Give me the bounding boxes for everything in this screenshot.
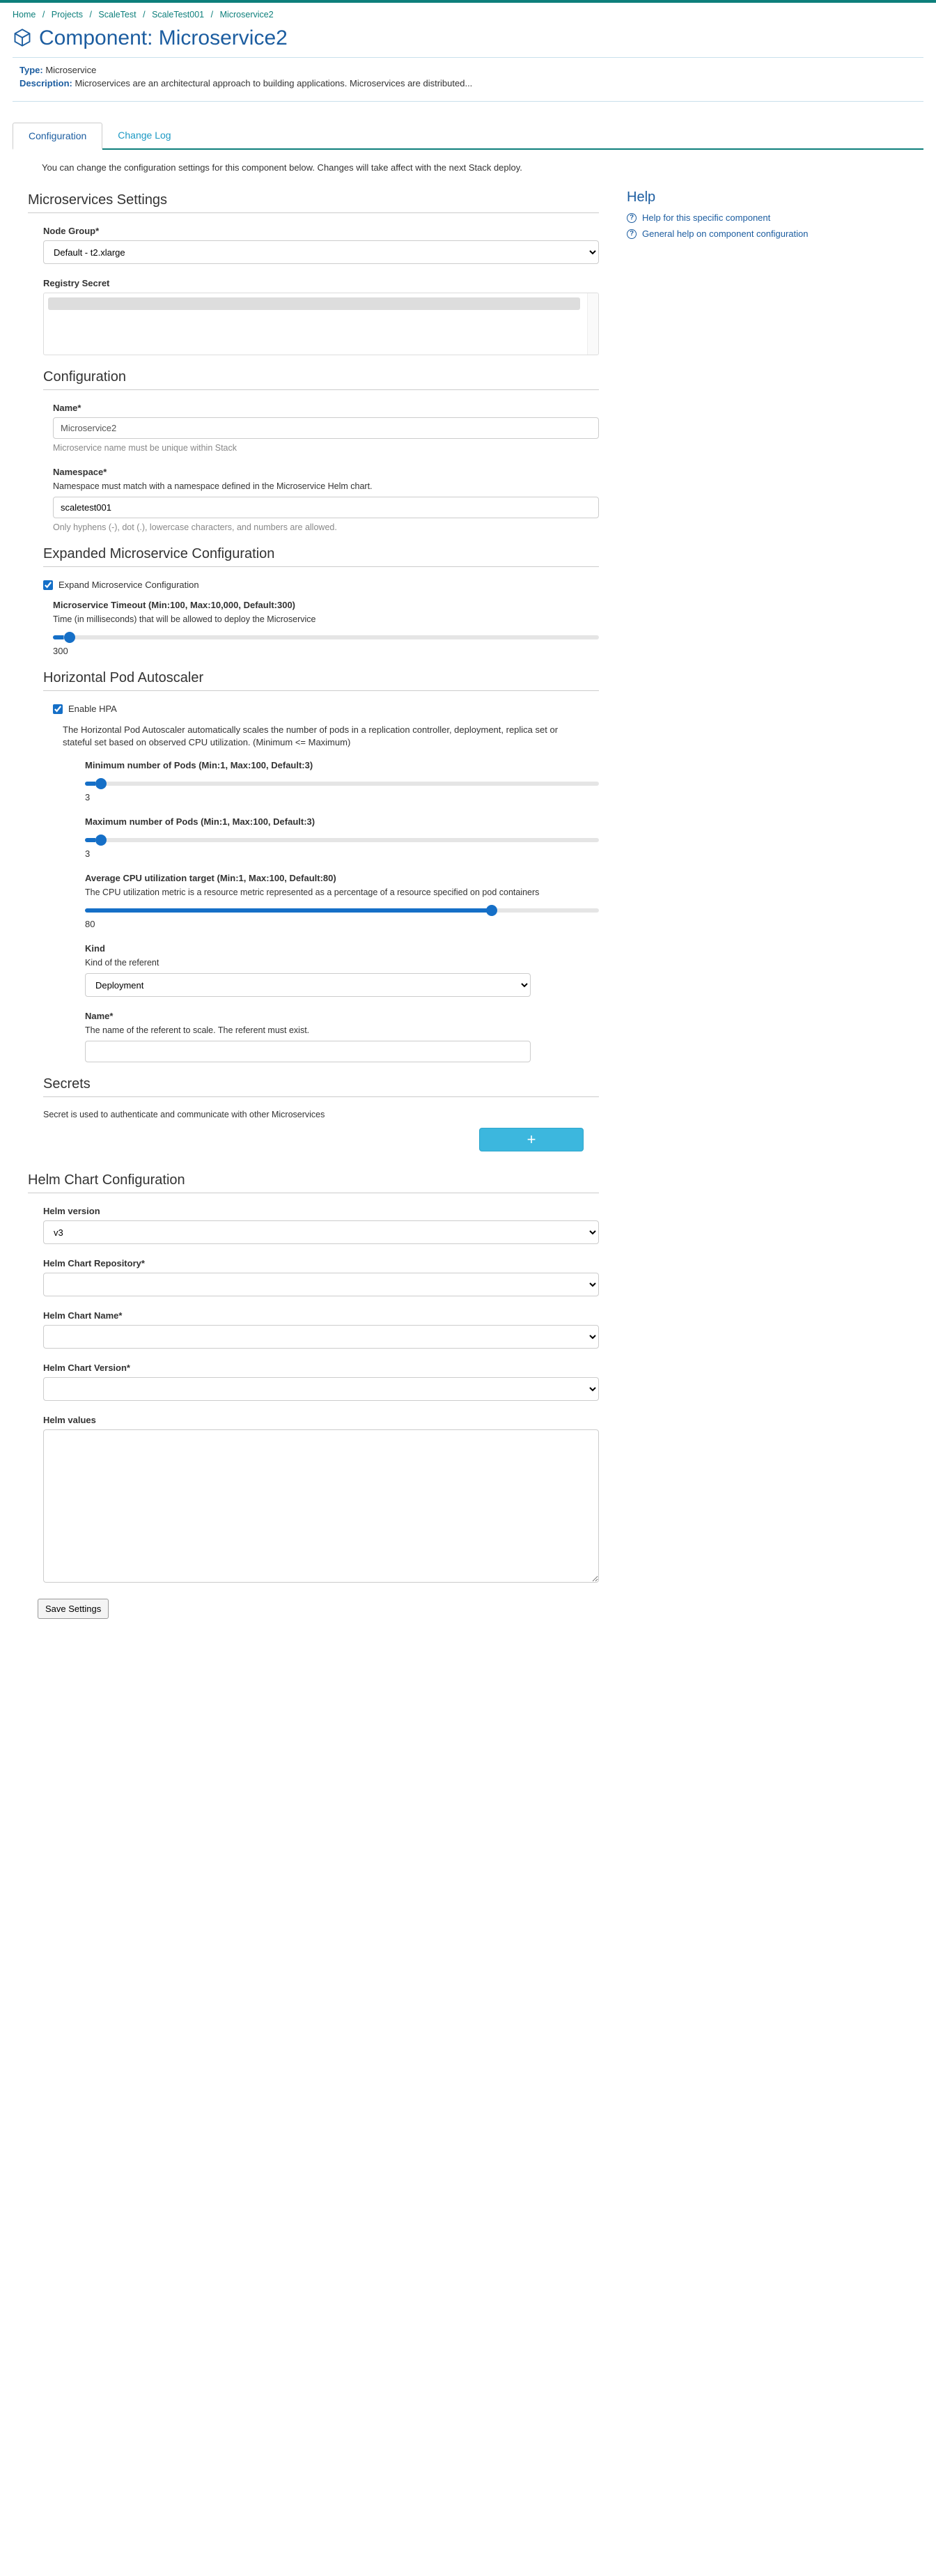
registry-secret-bar bbox=[48, 297, 580, 310]
kind-select[interactable]: Deployment bbox=[85, 973, 531, 997]
help-title: Help bbox=[627, 189, 878, 205]
helm-values-textarea[interactable] bbox=[43, 1429, 599, 1583]
enable-hpa-checkbox[interactable] bbox=[53, 704, 63, 714]
label-namespace: Namespace* bbox=[53, 467, 599, 477]
section-microservices-settings: Microservices Settings bbox=[28, 192, 599, 213]
secrets-description: Secret is used to authenticate and commu… bbox=[43, 1110, 599, 1119]
name-input bbox=[53, 417, 599, 439]
page-title: Component: Microservice2 bbox=[39, 26, 288, 50]
label-cpu-target: Average CPU utilization target (Min:1, M… bbox=[85, 873, 599, 883]
label-timeout: Microservice Timeout (Min:100, Max:10,00… bbox=[53, 600, 599, 610]
breadcrumb-stack[interactable]: ScaleTest001 bbox=[152, 10, 204, 20]
desc-timeout: Time (in milliseconds) that will be allo… bbox=[53, 614, 599, 624]
section-hpa: Horizontal Pod Autoscaler bbox=[43, 670, 599, 691]
label-helm-version: Helm version bbox=[43, 1206, 599, 1216]
min-pods-slider[interactable] bbox=[85, 782, 599, 786]
help-panel: Help ? Help for this specific component … bbox=[627, 185, 878, 1599]
breadcrumb-projects[interactable]: Projects bbox=[52, 10, 83, 20]
meta-desc-label: Description: bbox=[20, 78, 72, 88]
registry-secret-box[interactable] bbox=[43, 293, 599, 355]
label-kind: Kind bbox=[85, 943, 599, 954]
label-ref-name: Name* bbox=[85, 1011, 599, 1021]
label-node-group: Node Group* bbox=[43, 226, 599, 236]
max-pods-value: 3 bbox=[85, 848, 599, 859]
cpu-target-value: 80 bbox=[85, 919, 599, 929]
enable-hpa-label: Enable HPA bbox=[68, 704, 117, 714]
meta-type-label: Type: bbox=[20, 65, 43, 75]
section-secrets: Secrets bbox=[43, 1076, 599, 1097]
help-specific-link[interactable]: Help for this specific component bbox=[642, 212, 770, 223]
min-pods-value: 3 bbox=[85, 792, 599, 802]
label-helm-chart-version: Helm Chart Version* bbox=[43, 1363, 599, 1373]
timeout-value: 300 bbox=[53, 646, 599, 656]
expand-config-label: Expand Microservice Configuration bbox=[58, 580, 199, 590]
desc-kind: Kind of the referent bbox=[85, 958, 599, 968]
divider bbox=[13, 101, 923, 102]
helm-repo-select[interactable] bbox=[43, 1273, 599, 1296]
desc-namespace: Namespace must match with a namespace de… bbox=[53, 481, 599, 491]
breadcrumb-sep: / bbox=[139, 10, 149, 20]
save-settings-button[interactable]: Save Settings bbox=[38, 1599, 109, 1619]
breadcrumb: Home / Projects / ScaleTest / ScaleTest0… bbox=[0, 3, 936, 24]
breadcrumb-project[interactable]: ScaleTest bbox=[98, 10, 136, 20]
label-helm-name: Helm Chart Name* bbox=[43, 1310, 599, 1321]
cpu-target-slider[interactable] bbox=[85, 908, 599, 913]
breadcrumb-home[interactable]: Home bbox=[13, 10, 36, 20]
label-helm-repo: Helm Chart Repository* bbox=[43, 1258, 599, 1268]
desc-cpu-target: The CPU utilization metric is a resource… bbox=[85, 887, 599, 897]
helm-name-select[interactable] bbox=[43, 1325, 599, 1349]
node-group-select[interactable]: Default - t2.xlarge bbox=[43, 240, 599, 264]
section-expanded-config: Expanded Microservice Configuration bbox=[43, 546, 599, 567]
hint-namespace: Only hyphens (-), dot (.), lowercase cha… bbox=[53, 522, 599, 532]
ref-name-input[interactable] bbox=[85, 1041, 531, 1062]
intro-text: You can change the configuration setting… bbox=[13, 150, 923, 185]
label-min-pods: Minimum number of Pods (Min:1, Max:100, … bbox=[85, 760, 599, 770]
help-icon: ? bbox=[627, 213, 637, 223]
tab-change-log[interactable]: Change Log bbox=[102, 123, 186, 148]
desc-ref-name: The name of the referent to scale. The r… bbox=[85, 1025, 599, 1035]
help-icon: ? bbox=[627, 229, 637, 239]
page-title-row: Component: Microservice2 bbox=[0, 24, 936, 57]
namespace-input[interactable] bbox=[53, 497, 599, 518]
helm-chart-version-select[interactable] bbox=[43, 1377, 599, 1401]
section-configuration: Configuration bbox=[43, 369, 599, 390]
tabs: Configuration Change Log bbox=[13, 123, 923, 150]
label-name: Name* bbox=[53, 403, 599, 413]
label-helm-values: Helm values bbox=[43, 1415, 599, 1425]
label-max-pods: Maximum number of Pods (Min:1, Max:100, … bbox=[85, 816, 599, 827]
help-general-link[interactable]: General help on component configuration bbox=[642, 228, 809, 239]
helm-version-select[interactable]: v3 bbox=[43, 1220, 599, 1244]
hint-name: Microservice name must be unique within … bbox=[53, 443, 599, 453]
component-icon bbox=[13, 28, 32, 49]
scrollbar[interactable] bbox=[587, 293, 598, 355]
meta-type-value: Microservice bbox=[45, 65, 96, 75]
meta-desc-value: Microservices are an architectural appro… bbox=[75, 78, 472, 88]
breadcrumb-sep: / bbox=[38, 10, 49, 20]
tab-configuration[interactable]: Configuration bbox=[13, 123, 102, 150]
breadcrumb-current[interactable]: Microservice2 bbox=[220, 10, 274, 20]
hpa-description: The Horizontal Pod Autoscaler automatica… bbox=[63, 724, 564, 749]
breadcrumb-sep: / bbox=[85, 10, 95, 20]
add-secret-button[interactable]: + bbox=[479, 1128, 584, 1151]
section-helm: Helm Chart Configuration bbox=[28, 1172, 599, 1193]
expand-config-checkbox[interactable] bbox=[43, 580, 53, 590]
max-pods-slider[interactable] bbox=[85, 838, 599, 842]
component-meta: Type: Microservice Description: Microser… bbox=[0, 58, 936, 101]
breadcrumb-sep: / bbox=[207, 10, 217, 20]
timeout-slider[interactable] bbox=[53, 635, 599, 639]
label-registry-secret: Registry Secret bbox=[43, 278, 599, 288]
